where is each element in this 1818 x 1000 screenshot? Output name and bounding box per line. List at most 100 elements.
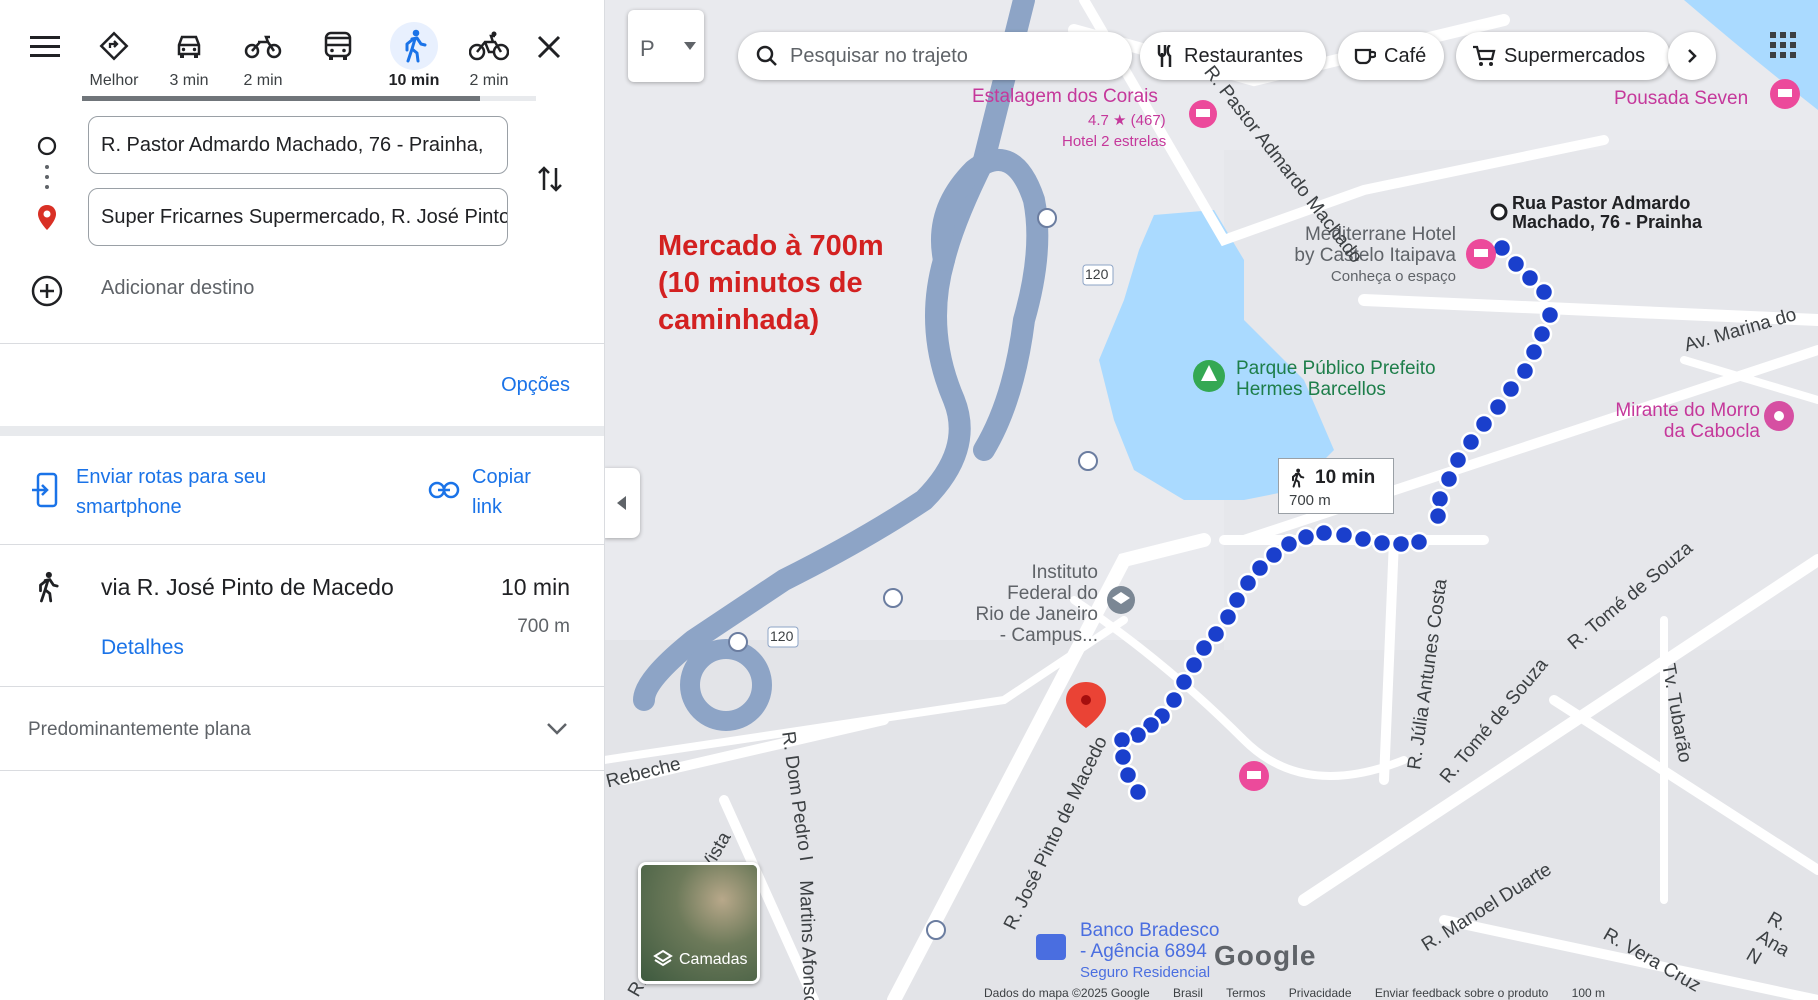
- place-instituto[interactable]: Instituto Federal do Rio de Janeiro - Ca…: [958, 562, 1098, 646]
- mode-bike[interactable]: 2 min: [454, 22, 524, 94]
- footer-item[interactable]: Privacidade: [1289, 986, 1352, 1000]
- link-icon: [428, 481, 460, 499]
- destination-pin-icon: [38, 205, 56, 230]
- chips-next-button[interactable]: [1668, 32, 1716, 80]
- restaurant-icon: [1157, 45, 1172, 67]
- footer-item[interactable]: Enviar feedback sobre o produto: [1375, 986, 1548, 1000]
- swap-arrows-icon: [538, 166, 562, 192]
- mode-walk[interactable]: 10 min: [379, 22, 449, 94]
- mode-walk-label: 10 min: [388, 72, 440, 89]
- collapse-panel-button[interactable]: [604, 468, 640, 538]
- mode-best-label: Melhor: [89, 72, 139, 89]
- origin-value: R. Pastor Admardo Machado, 76 - Prainha,: [101, 133, 484, 156]
- place-mediterrane[interactable]: Mediterrane Hotel by Castelo Itaipava Co…: [1276, 224, 1456, 287]
- place-line: Banco Bradesco: [1080, 920, 1220, 941]
- annotation: Mercado à 700m (10 minutos de caminhada): [658, 228, 884, 339]
- walking-route-icon: [39, 571, 59, 603]
- search-icon: [756, 45, 777, 66]
- road-label: Martins Afonso: [795, 880, 821, 1000]
- place-pousada[interactable]: Pousada Seven: [1614, 88, 1748, 109]
- mode-motorcycle-label: 2 min: [243, 72, 283, 89]
- cart-icon: [1473, 45, 1496, 66]
- divider: [0, 770, 604, 771]
- chevron-down-icon[interactable]: [546, 722, 568, 736]
- route-via[interactable]: via R. José Pinto de Macedo: [101, 574, 394, 601]
- place-line: - Campus...: [999, 625, 1098, 646]
- destination-value: Super Fricarnes Supermercado, R. José Pi…: [101, 205, 508, 228]
- footer-item[interactable]: Termos: [1226, 986, 1265, 1000]
- place-line: by Castelo Itaipava: [1294, 245, 1456, 266]
- chip-label: Supermercados: [1504, 44, 1646, 67]
- place-estalagem-type: Hotel 2 estrelas: [1062, 133, 1167, 150]
- section-divider-thick: [0, 426, 604, 436]
- chip-label: Café: [1384, 44, 1427, 67]
- place-line: - Agência 6894: [1080, 941, 1207, 962]
- bus-icon: [324, 31, 352, 60]
- mode-best[interactable]: Melhor: [79, 22, 149, 94]
- footer-scale: 100 m: [1571, 986, 1605, 1000]
- copy-link[interactable]: Copiar link: [472, 462, 552, 522]
- swap-button[interactable]: [536, 162, 566, 198]
- highway-shield: 120: [1085, 266, 1109, 282]
- directions-panel: Melhor 3 min 2 min 10 min 2 min R. Pasto…: [0, 0, 605, 1000]
- origin-circle-icon: [37, 136, 57, 156]
- map-footer: Dados do mapa ©2025 Google Brasil Termos…: [984, 986, 1605, 1000]
- details-link[interactable]: Detalhes: [101, 636, 184, 660]
- menu-icon: [30, 36, 60, 57]
- chip-restaurants[interactable]: Restaurantes: [1140, 32, 1326, 80]
- route-badge[interactable]: 10 min 700 m: [1278, 458, 1394, 514]
- chip-cafe[interactable]: Café: [1338, 32, 1444, 80]
- mode-motorcycle[interactable]: 2 min: [228, 22, 298, 94]
- add-destination-label[interactable]: Adicionar destino: [101, 277, 254, 300]
- destination-field[interactable]: Super Fricarnes Supermercado, R. José Pi…: [88, 188, 508, 246]
- mode-progress: [82, 96, 480, 101]
- walking-icon: [1292, 468, 1305, 488]
- place-line: Federal do: [1007, 583, 1098, 604]
- divider: [0, 544, 604, 545]
- close-icon: [537, 35, 561, 59]
- walking-icon: [405, 29, 427, 63]
- route-badge-time: 10 min: [1315, 467, 1376, 488]
- send-to-phone-icon: [32, 472, 58, 508]
- place-estalagem-rating: 4.7 ★ (467): [1088, 112, 1166, 129]
- highway-shield: 120: [770, 628, 794, 644]
- chip-label: Restaurantes: [1184, 44, 1303, 67]
- options-link[interactable]: Opções: [501, 374, 570, 397]
- terrain-label: Predominantemente plana: [28, 719, 251, 740]
- map-type-icon: P: [640, 36, 655, 61]
- search-placeholder: Pesquisar no trajeto: [790, 44, 968, 67]
- google-logo: Google: [1214, 940, 1317, 971]
- send-routes-link[interactable]: Enviar rotas para seu smartphone: [76, 462, 316, 522]
- footer-item[interactable]: Brasil: [1173, 986, 1203, 1000]
- place-line: Mirante do Morro: [1615, 400, 1760, 421]
- close-button[interactable]: [536, 34, 566, 64]
- divider: [0, 686, 604, 687]
- origin-label-line: Machado, 76 - Prainha: [1512, 212, 1703, 232]
- place-mirante[interactable]: Mirante do Morro da Cabocla: [1588, 400, 1760, 442]
- place-line: Hermes Barcellos: [1236, 379, 1386, 400]
- origin-field[interactable]: R. Pastor Admardo Machado, 76 - Prainha,: [88, 116, 508, 174]
- chip-supermarkets[interactable]: Supermercados: [1456, 32, 1670, 80]
- layers-button[interactable]: Camadas: [638, 862, 760, 984]
- place-line: Seguro Residencial: [1080, 964, 1211, 981]
- map-base: [604, 0, 1818, 1000]
- apps-grid-icon[interactable]: [1770, 32, 1796, 58]
- footer-item: Dados do mapa ©2025 Google: [984, 986, 1150, 1000]
- place-estalagem[interactable]: Estalagem dos Corais: [972, 86, 1158, 107]
- mode-car[interactable]: 3 min: [154, 22, 224, 94]
- route-time: 10 min: [500, 574, 570, 600]
- place-line: Mediterrane Hotel: [1304, 224, 1456, 245]
- divider: [0, 343, 604, 344]
- caret-left-icon: [617, 496, 626, 510]
- place-line: da Cabocla: [1663, 421, 1760, 442]
- route-dots: [45, 165, 49, 189]
- add-destination-icon[interactable]: [30, 274, 64, 308]
- motorcycle-icon: [244, 35, 282, 59]
- mode-transit[interactable]: [303, 22, 373, 94]
- place-banco[interactable]: Banco Bradesco - Agência 6894 Seguro Res…: [1080, 920, 1219, 983]
- map-canvas[interactable]: 120 120 P Pesquisar no trajeto Restauran…: [604, 0, 1818, 1000]
- place-line: Parque Público Prefeito: [1236, 358, 1436, 379]
- place-parque[interactable]: Parque Público Prefeito Hermes Barcellos: [1236, 358, 1436, 400]
- search-route-input[interactable]: Pesquisar no trajeto: [738, 32, 1132, 80]
- menu-button[interactable]: [30, 34, 62, 62]
